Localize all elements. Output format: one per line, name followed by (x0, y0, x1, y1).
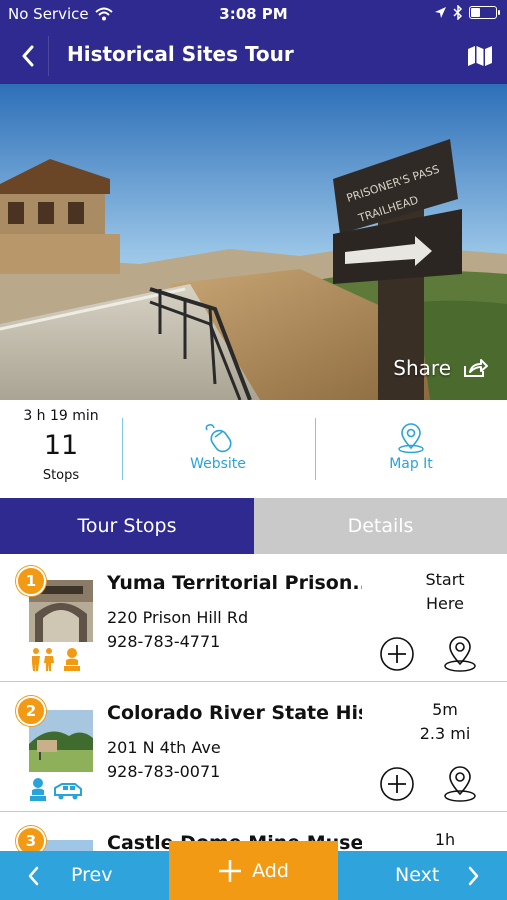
tour-summary: 3 h 19 min 11 Stops Website Map It (0, 400, 507, 498)
map-view-button[interactable] (465, 42, 495, 70)
stop-phone[interactable]: 928-783-0071 (107, 762, 220, 781)
stop-count: 11 (43, 430, 79, 461)
bluetooth-icon (453, 5, 463, 20)
amenity-icons (29, 775, 83, 801)
plus-circle-icon (380, 637, 414, 671)
add-stop-button[interactable] (379, 766, 415, 802)
share-label: Share (393, 356, 451, 380)
timing-line-1: 5m (432, 700, 458, 719)
nav-divider (48, 36, 49, 76)
timing-line-1: 1h (434, 830, 456, 849)
stop-name: Yuma Territorial Prison... (107, 572, 362, 594)
tour-stop-list: 1 Yuma Territorial Prison... 220 Prison … (0, 554, 507, 851)
map-stop-button[interactable] (442, 634, 478, 674)
website-button[interactable]: Website (122, 422, 314, 472)
stop-number-badge: 2 (16, 696, 46, 726)
battery-icon (469, 6, 500, 19)
list-item[interactable]: 2 Colorado River State Hi 201 N 4th Ave … (0, 684, 507, 812)
next-label: Next (395, 864, 440, 886)
list-item[interactable]: 1 Yuma Territorial Prison... 220 Prison … (0, 554, 507, 682)
trailhead-photo: PRISONER'S PASS TRAILHEAD (0, 84, 507, 400)
timing-line-2: Here (426, 594, 464, 613)
stop-number-badge: 3 (16, 826, 46, 851)
bust-icon (64, 648, 80, 671)
map-it-button[interactable]: Map It (315, 422, 507, 472)
bottom-toolbar: Prev Add Next (0, 841, 507, 900)
map-pin-icon (444, 766, 476, 802)
stop-timing: Start Here (405, 568, 485, 616)
back-button[interactable] (10, 38, 46, 74)
stop-number-badge: 1 (16, 566, 46, 596)
tour-duration: 3 h 19 min (23, 408, 99, 424)
mouse-icon (205, 424, 232, 453)
add-label: Add (252, 859, 289, 882)
tab-details[interactable]: Details (254, 498, 507, 554)
timing-line-1: Start (425, 570, 465, 589)
plus-circle-icon (380, 767, 414, 801)
stop-address: 201 N 4th Ave (107, 738, 221, 757)
map-stop-button[interactable] (442, 764, 478, 804)
status-time: 3:08 PM (219, 5, 288, 23)
share-button[interactable]: Share (393, 356, 489, 380)
prev-button[interactable]: Prev (0, 851, 169, 900)
family-icon (32, 648, 54, 671)
bust-icon (30, 778, 46, 801)
tour-bus-icon (54, 783, 82, 800)
website-label: Website (190, 456, 246, 472)
share-icon (464, 359, 488, 377)
map-it-label: Map It (389, 456, 433, 472)
location-arrow-icon (435, 7, 446, 18)
hero-photo: PRISONER'S PASS TRAILHEAD Share (0, 84, 507, 400)
map-pin-icon (444, 636, 476, 672)
stop-count-label: Stops (42, 468, 80, 483)
stop-phone[interactable]: 928-783-4771 (107, 632, 220, 651)
stop-address: 220 Prison Hill Rd (107, 608, 249, 627)
stop-name: Colorado River State His... (107, 702, 362, 724)
timing-line-2: 2.3 mi (419, 724, 471, 743)
status-bar: No Service 3:08 PM (0, 0, 507, 28)
chevron-left-icon (28, 866, 39, 886)
prev-label: Prev (71, 864, 113, 886)
amenity-icons (29, 645, 81, 671)
add-button[interactable]: Add (169, 841, 338, 900)
tab-bar: Tour Stops Details (0, 498, 507, 554)
stop-timing: 5m 2.3 mi (405, 698, 485, 746)
tab-tour-stops[interactable]: Tour Stops (0, 498, 254, 554)
next-button[interactable]: Next (338, 851, 507, 900)
plus-icon (219, 859, 242, 882)
stop-timing: 1h (405, 828, 485, 851)
chevron-right-icon (468, 866, 479, 886)
chevron-left-icon (22, 45, 34, 67)
map-pin-icon (398, 423, 424, 454)
add-stop-button[interactable] (379, 636, 415, 672)
nav-bar: Historical Sites Tour (0, 28, 507, 84)
folded-map-icon (468, 46, 492, 66)
page-title: Historical Sites Tour (67, 42, 294, 66)
